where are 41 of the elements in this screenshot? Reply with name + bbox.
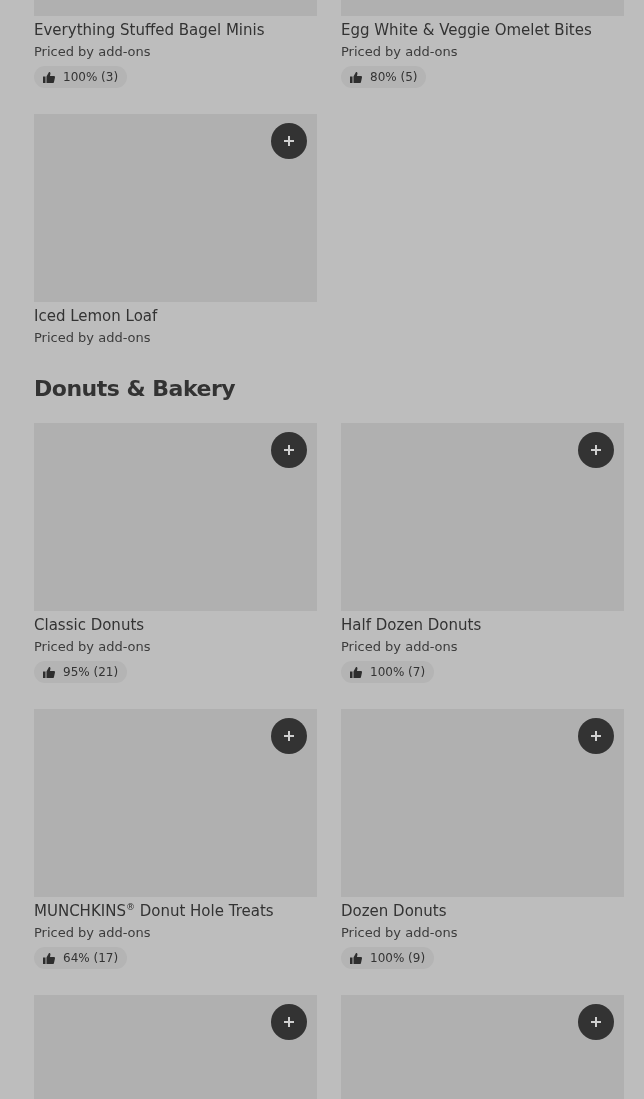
plus-icon [283,444,295,456]
item-title[interactable]: Dozen Donuts [341,901,447,921]
add-button[interactable] [578,1004,614,1040]
thumbs-up-icon [350,952,362,964]
thumbs-up-icon [43,952,55,964]
thumbs-up-icon [43,666,55,678]
rating-text: 100% (7) [370,665,426,679]
item-price: Priced by add-ons [34,43,151,61]
item-price: Priced by add-ons [341,638,458,656]
add-button[interactable] [271,123,307,159]
rating-text: 64% (17) [63,951,119,965]
plus-icon [590,444,602,456]
item-title[interactable]: MUNCHKINS$^{®}$ Donut Hole Treats [34,901,274,921]
item-title[interactable]: Iced Lemon Loaf [34,306,158,326]
thumbs-up-icon [350,666,362,678]
item-price: Priced by add-ons [341,43,458,61]
thumbs-up-icon [350,71,362,83]
plus-icon [283,730,295,742]
item-title[interactable]: Everything Stuffed Bagel Minis [34,20,265,40]
item-price: Priced by add-ons [341,924,458,942]
plus-icon [283,135,295,147]
add-button[interactable] [578,432,614,468]
rating-text: 95% (21) [63,665,119,679]
item-price: Priced by add-ons [34,329,151,347]
add-button[interactable] [578,718,614,754]
rating-text: 100% (9) [370,951,426,965]
add-button[interactable] [271,432,307,468]
item-price: Priced by add-ons [34,924,151,942]
rating-text: 80% (5) [370,70,418,84]
add-button[interactable] [271,718,307,754]
plus-icon [590,730,602,742]
item-title[interactable]: Egg White & Veggie Omelet Bites [341,20,592,40]
rating-text: 100% (3) [63,70,119,84]
item-title[interactable]: Half Dozen Donuts [341,615,482,635]
item-price: Priced by add-ons [34,638,151,656]
item-title[interactable]: Classic Donuts [34,615,145,635]
add-button[interactable] [271,1004,307,1040]
section-heading: Donuts & Bakery [34,375,237,403]
plus-icon [590,1016,602,1028]
thumbs-up-icon [43,71,55,83]
plus-icon [283,1016,295,1028]
